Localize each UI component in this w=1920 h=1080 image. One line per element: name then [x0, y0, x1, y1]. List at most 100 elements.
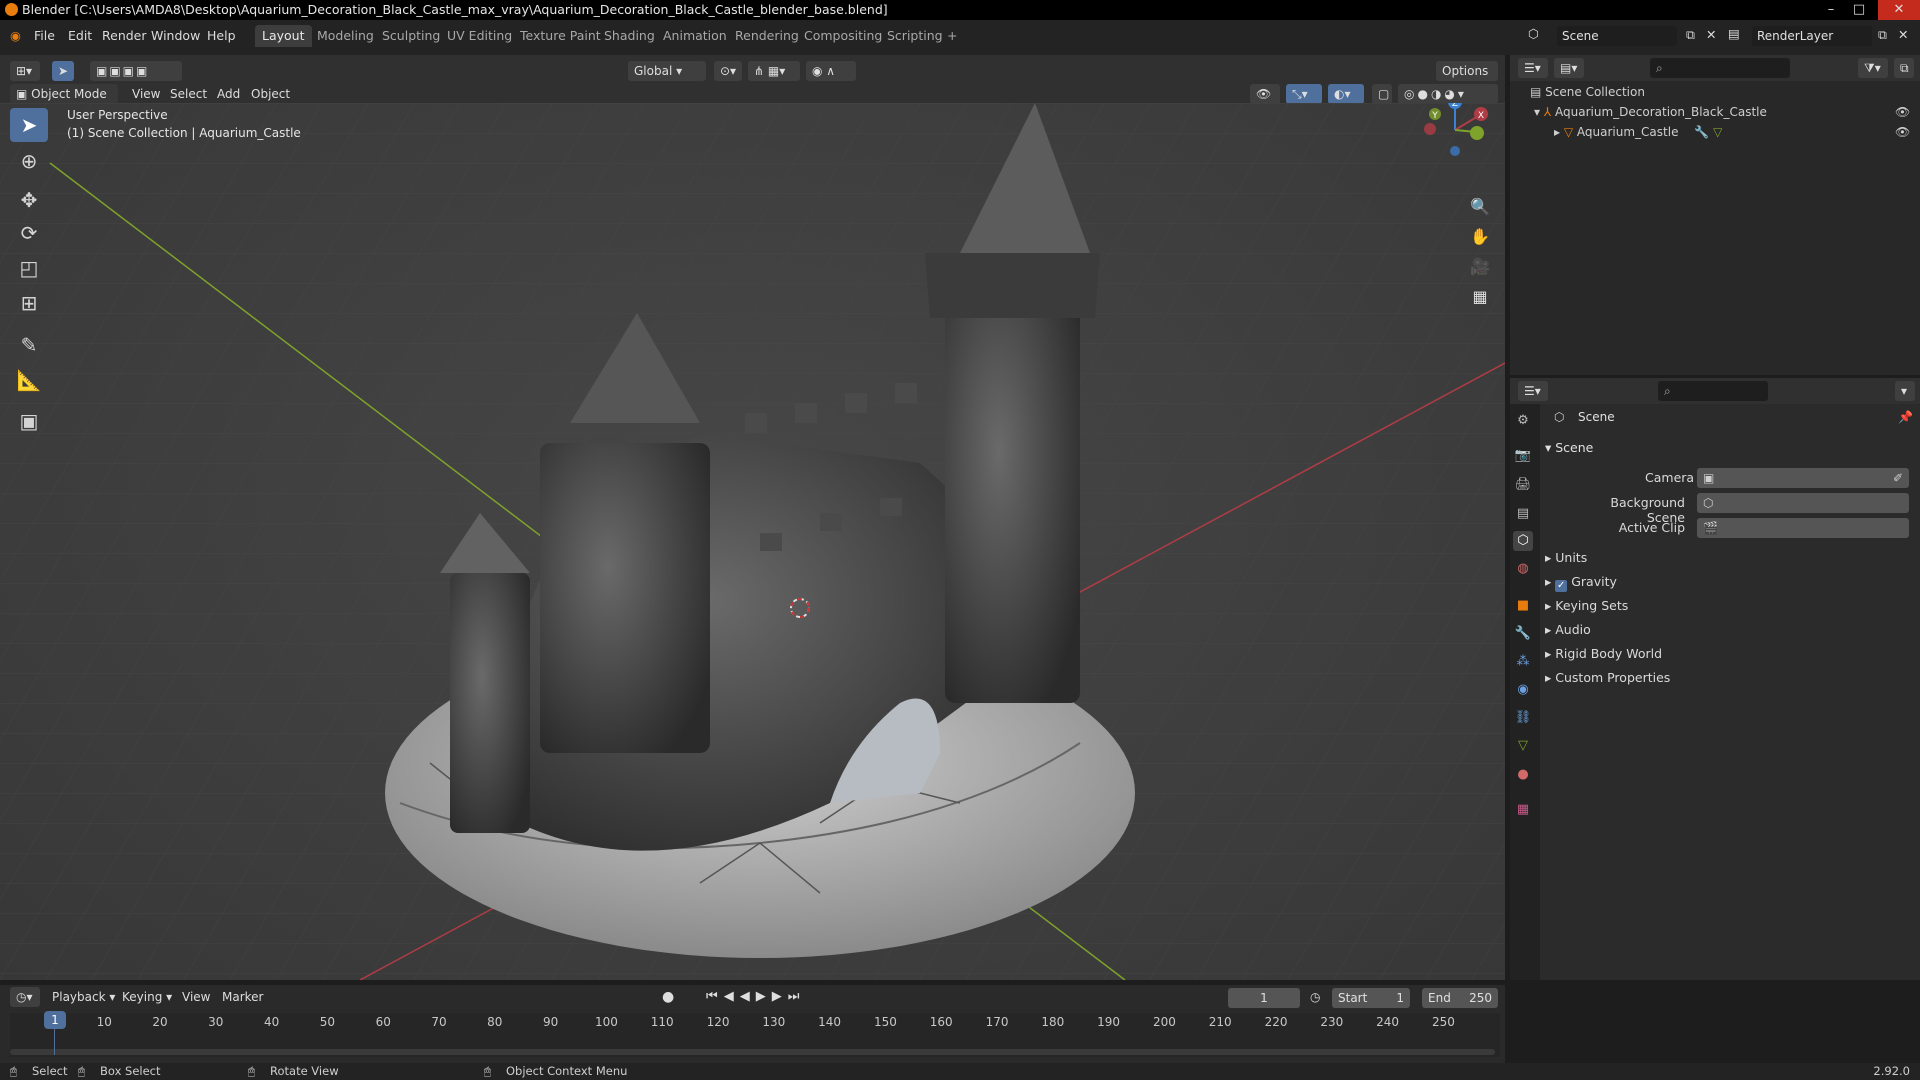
tab-rendering[interactable]: Rendering	[728, 25, 806, 47]
3d-viewport[interactable]: Z X Y User Perspective (1) Scene Collect…	[0, 103, 1505, 980]
active-clip-field[interactable]: 🎬	[1697, 518, 1909, 538]
gravity-checkbox[interactable]: ✓	[1555, 580, 1568, 592]
gizmo-neg-x-axis[interactable]	[1424, 123, 1436, 135]
modifier-tab-icon[interactable]: 🔧	[1513, 624, 1533, 644]
properties-options-icon[interactable]: ▾	[1895, 381, 1915, 401]
new-scene-icon[interactable]: ⧉	[1686, 27, 1695, 43]
units-section[interactable]: ▸ Units	[1545, 550, 1587, 565]
gravity-section[interactable]: ▸ ✓ Gravity	[1545, 574, 1617, 592]
render-layer-selector[interactable]: RenderLayer	[1752, 26, 1872, 46]
editor-type-icon[interactable]: ⊞▾	[10, 61, 40, 81]
menu-file[interactable]: File	[34, 28, 55, 43]
preview-range-icon[interactable]: ◷	[1310, 987, 1320, 1007]
scene-tab-icon[interactable]: ⬡	[1513, 531, 1533, 551]
render-tab-icon[interactable]: 📷	[1513, 446, 1533, 466]
constraints-tab-icon[interactable]: ⛓	[1513, 708, 1533, 728]
add-cube-tool-icon[interactable]: ▣	[10, 404, 48, 438]
scale-tool-icon[interactable]: ◰	[10, 251, 48, 285]
properties-editor-type-icon[interactable]: ☰▾	[1518, 381, 1548, 401]
proportional-edit-icon[interactable]: ◉ ∧	[806, 61, 856, 81]
xray-icon[interactable]: ▢	[1372, 84, 1392, 104]
playhead[interactable]: 1	[44, 1011, 66, 1029]
visibility-eye-icon[interactable]: 👁	[1895, 125, 1910, 139]
eyedropper-icon[interactable]: ✐	[1893, 468, 1903, 488]
transform-tool-icon[interactable]: ⊞	[10, 286, 48, 320]
particles-tab-icon[interactable]: ⁂	[1513, 652, 1533, 672]
options-dropdown[interactable]: Options ▾	[1436, 61, 1498, 98]
menu-select[interactable]: Select	[170, 84, 207, 104]
menu-playback[interactable]: Playback ▾	[52, 987, 115, 1007]
record-icon[interactable]: ●	[662, 987, 674, 1007]
outliner-root-row[interactable]: ▤ Scene Collection	[1530, 85, 1645, 99]
new-layer-icon[interactable]: ⧉	[1878, 27, 1887, 43]
new-collection-icon[interactable]: ⧉	[1894, 58, 1914, 78]
close-button[interactable]: ✕	[1878, 0, 1920, 20]
scene-panel-header[interactable]: ▾ Scene	[1545, 440, 1593, 455]
delete-scene-icon[interactable]: ✕	[1706, 27, 1716, 42]
minimize-button[interactable]: –	[1818, 0, 1844, 20]
keying-sets-section[interactable]: ▸ Keying Sets	[1545, 598, 1628, 613]
tab-compositing[interactable]: Compositing	[797, 25, 889, 47]
background-scene-field[interactable]: ⬡	[1697, 493, 1909, 513]
menu-object[interactable]: Object	[251, 84, 290, 104]
menu-marker[interactable]: Marker	[222, 987, 263, 1007]
maximize-button[interactable]: □	[1846, 0, 1872, 20]
select-tool-icon[interactable]: ➤	[52, 61, 74, 81]
menu-render[interactable]: Render	[102, 28, 147, 43]
blender-menu-icon[interactable]: ◉	[10, 28, 21, 43]
menu-add[interactable]: Add	[217, 84, 240, 104]
pan-icon[interactable]: ✋	[1466, 223, 1494, 251]
shading-mode-icons[interactable]: ◎●◑◕▾	[1398, 84, 1498, 104]
pivot-icon[interactable]: ⊙▾	[714, 61, 742, 81]
tab-texture-paint[interactable]: Texture Paint	[513, 25, 608, 47]
ortho-toggle-icon[interactable]: ▦	[1466, 283, 1494, 311]
material-tab-icon[interactable]: ●	[1513, 765, 1533, 785]
move-tool-icon[interactable]: ✥	[10, 183, 48, 217]
delete-layer-icon[interactable]: ✕	[1898, 27, 1908, 42]
view-layer-tab-icon[interactable]: ▤	[1513, 504, 1533, 524]
pin-icon[interactable]: 📌	[1898, 410, 1913, 424]
snap-icon[interactable]: ⋔ ▦▾	[748, 61, 800, 81]
scene-selector[interactable]: Scene	[1557, 26, 1677, 46]
tab-layout[interactable]: Layout	[255, 25, 312, 47]
selection-mode-icons[interactable]: ▣▣▣▣	[90, 61, 182, 81]
zoom-icon[interactable]: 🔍	[1466, 193, 1494, 221]
menu-view[interactable]: View	[182, 987, 210, 1007]
custom-properties-section[interactable]: ▸ Custom Properties	[1545, 670, 1670, 685]
menu-keying[interactable]: Keying ▾	[122, 987, 172, 1007]
camera-field[interactable]: ▣ ✐	[1697, 468, 1909, 488]
mode-dropdown[interactable]: ▣ Object Mode ▾	[10, 84, 118, 121]
outliner-editor-type-icon[interactable]: ☰▾	[1518, 58, 1548, 78]
menu-view[interactable]: View	[132, 84, 160, 104]
rotate-tool-icon[interactable]: ⟳	[10, 216, 48, 250]
world-tab-icon[interactable]: ◍	[1513, 559, 1533, 579]
menu-window[interactable]: Window	[151, 28, 200, 43]
gizmo-neg-z-axis[interactable]	[1450, 146, 1460, 156]
end-frame-field[interactable]: End 250	[1422, 988, 1498, 1008]
gizmo-toggle-icon[interactable]: ⤡▾	[1286, 84, 1322, 104]
visibility-icon[interactable]: 👁▾	[1250, 84, 1280, 121]
current-frame-field[interactable]: 1	[1228, 988, 1300, 1008]
tab-animation[interactable]: Animation	[656, 25, 734, 47]
gizmo-y-axis[interactable]	[1470, 126, 1484, 140]
outliner-search-input[interactable]: ⌕	[1650, 58, 1790, 78]
tab-uv-editing[interactable]: UV Editing	[440, 25, 519, 47]
menu-help[interactable]: Help	[207, 28, 236, 43]
physics-tab-icon[interactable]: ◉	[1513, 680, 1533, 700]
overlays-toggle-icon[interactable]: ◐▾	[1328, 84, 1364, 104]
rigid-body-world-section[interactable]: ▸ Rigid Body World	[1545, 646, 1662, 661]
visibility-eye-icon[interactable]: 👁	[1895, 105, 1910, 119]
properties-search-input[interactable]: ⌕	[1658, 381, 1768, 401]
outliner-row-empty[interactable]: ▾ ⅄ Aquarium_Decoration_Black_Castle	[1534, 105, 1767, 119]
audio-section[interactable]: ▸ Audio	[1545, 622, 1591, 637]
select-box-tool[interactable]: ➤	[10, 108, 48, 142]
start-frame-field[interactable]: Start 1	[1332, 988, 1410, 1008]
annotate-tool-icon[interactable]: ✎	[10, 328, 48, 362]
menu-edit[interactable]: Edit	[68, 28, 92, 43]
display-mode-icon[interactable]: ▤▾	[1554, 58, 1584, 78]
timeline-scrollbar[interactable]	[10, 1049, 1495, 1055]
orientation-dropdown[interactable]: Global ▾	[628, 61, 706, 81]
tab-modeling[interactable]: Modeling	[310, 25, 381, 47]
object-tab-icon[interactable]: ■	[1513, 596, 1533, 616]
texture-tab-icon[interactable]: ▦	[1513, 800, 1533, 820]
